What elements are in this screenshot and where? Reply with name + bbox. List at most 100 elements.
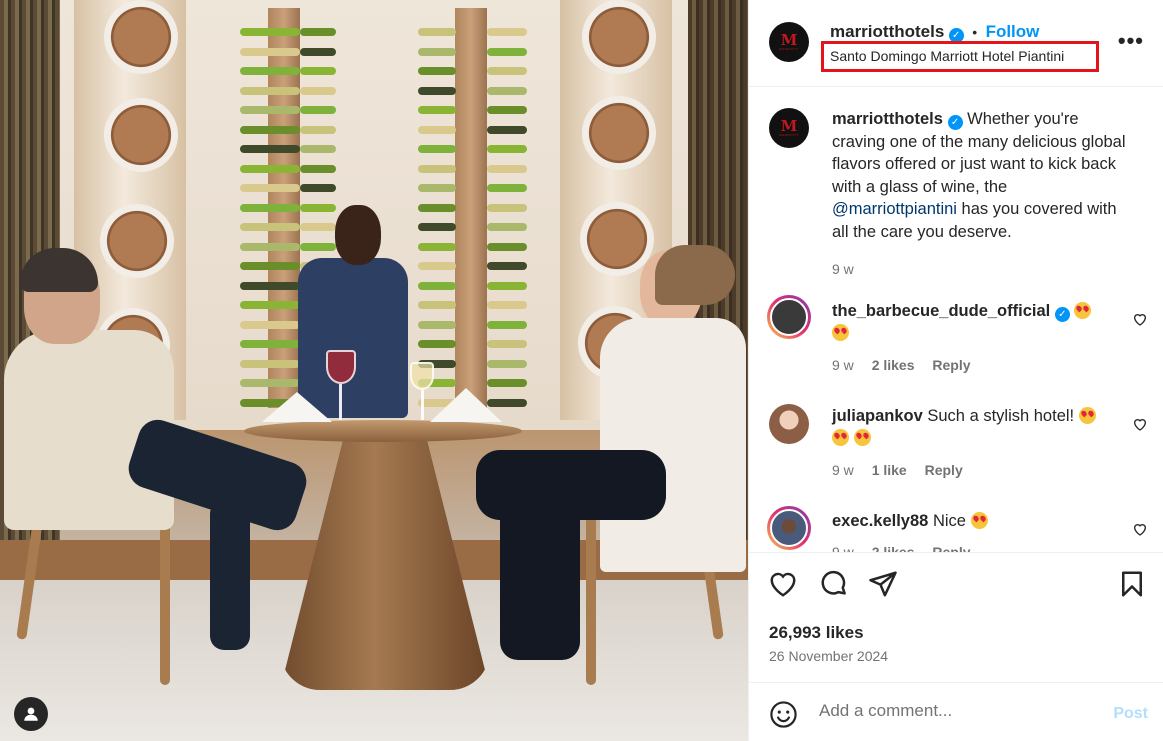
comment-avatar[interactable] bbox=[767, 295, 811, 339]
tagged-people-button[interactable] bbox=[14, 697, 48, 731]
author-line: marriotthotels ✓ • Follow bbox=[830, 22, 1039, 43]
comment-time: 9 w bbox=[832, 544, 854, 552]
wine-bottle bbox=[300, 164, 336, 173]
wine-bottle bbox=[487, 86, 527, 95]
separator-dot: • bbox=[972, 24, 978, 40]
comment-meta: 9 w 2 likes Reply bbox=[832, 544, 985, 552]
add-comment-bar: Post bbox=[749, 682, 1163, 741]
comment-username[interactable]: exec.kelly88 bbox=[832, 512, 928, 530]
comment-text: Nice bbox=[932, 512, 966, 530]
brand-logo-letter: M bbox=[780, 30, 798, 49]
wine-bottle bbox=[487, 301, 527, 309]
comment-likes[interactable]: 1 like bbox=[872, 462, 907, 478]
comment-text: Such a stylish hotel! bbox=[927, 407, 1075, 425]
wine-bottle bbox=[487, 203, 527, 212]
wine-bottle bbox=[418, 242, 456, 251]
comment-meta: 9 w 2 likes Reply bbox=[832, 357, 985, 373]
wine-glass-white bbox=[410, 362, 434, 390]
reply-button[interactable]: Reply bbox=[925, 462, 963, 478]
wine-bottle bbox=[240, 340, 300, 348]
wine-bottle bbox=[240, 203, 300, 212]
comment-likes[interactable]: 2 likes bbox=[872, 357, 915, 373]
waiter-vest bbox=[298, 258, 408, 418]
author-avatar[interactable]: M MARRIOTT bbox=[769, 22, 809, 62]
wood-pillar bbox=[455, 8, 487, 408]
post-header: M MARRIOTT marriotthotels ✓ • Follow San… bbox=[749, 0, 1163, 87]
wine-bottle bbox=[487, 262, 527, 270]
likes-count[interactable]: 26,993 likes bbox=[769, 623, 864, 643]
wine-bottle bbox=[418, 262, 456, 270]
emoji-picker-icon[interactable] bbox=[769, 700, 798, 729]
wine-bottle bbox=[240, 223, 300, 231]
reply-button[interactable]: Reply bbox=[932, 357, 970, 373]
seated-woman-hair bbox=[655, 245, 735, 305]
more-options-icon[interactable]: ••• bbox=[1118, 28, 1144, 54]
like-heart-icon[interactable] bbox=[768, 569, 798, 599]
comment-avatar[interactable] bbox=[767, 506, 811, 550]
wine-glass-stem bbox=[339, 384, 342, 420]
comment-body: exec.kelly88 Nice bbox=[832, 510, 1122, 532]
wine-bottle bbox=[487, 320, 527, 329]
wine-bottle bbox=[300, 28, 336, 36]
like-comment-heart-icon[interactable] bbox=[1132, 311, 1148, 327]
wine-bottle bbox=[418, 184, 456, 192]
wine-bottle bbox=[487, 125, 527, 134]
wine-bottle bbox=[240, 242, 300, 251]
wine-bottle bbox=[300, 106, 336, 114]
heart-eyes-emoji-icon bbox=[1078, 407, 1096, 424]
caption-author-avatar[interactable]: M MARRIOTT bbox=[769, 108, 809, 148]
wine-bottle bbox=[418, 320, 456, 329]
heart-eyes-emoji-icon bbox=[1074, 302, 1092, 319]
barrel bbox=[580, 202, 654, 276]
caption-author[interactable]: marriotthotels bbox=[832, 110, 943, 128]
comment-input[interactable] bbox=[819, 701, 1099, 721]
wine-bottle bbox=[487, 223, 527, 231]
comments-section[interactable]: M MARRIOTT marriotthotels ✓ Whether you'… bbox=[749, 88, 1163, 552]
post-comment-button[interactable]: Post bbox=[1113, 705, 1148, 723]
wine-bottle bbox=[240, 47, 300, 56]
wine-bottle bbox=[418, 67, 456, 75]
wine-bottle bbox=[418, 223, 456, 231]
follow-button[interactable]: Follow bbox=[986, 22, 1040, 41]
comment-likes[interactable]: 2 likes bbox=[872, 544, 915, 552]
brand-logo-letter: M bbox=[780, 116, 798, 135]
post-sidebar: M MARRIOTT marriotthotels ✓ • Follow San… bbox=[748, 0, 1163, 741]
wine-bottle bbox=[240, 262, 300, 270]
wine-bottle bbox=[487, 379, 527, 387]
wine-bottle bbox=[300, 242, 336, 251]
wine-bottle bbox=[487, 398, 527, 407]
verified-badge-icon: ✓ bbox=[1054, 307, 1070, 322]
wine-bottle bbox=[487, 145, 527, 153]
brand-logo-word: MARRIOTT bbox=[779, 132, 799, 137]
wine-bottle bbox=[418, 340, 456, 348]
wine-bottle bbox=[418, 145, 456, 153]
comment-time: 9 w bbox=[832, 462, 854, 478]
wine-bottle bbox=[240, 28, 300, 36]
brand-logo-word: MARRIOTT bbox=[779, 46, 799, 51]
user-icon bbox=[24, 707, 38, 721]
wine-bottle bbox=[300, 125, 336, 134]
heart-eyes-emoji-icon bbox=[853, 429, 871, 446]
like-comment-heart-icon[interactable] bbox=[1132, 521, 1148, 537]
wine-bottle bbox=[240, 281, 300, 290]
wine-bottle bbox=[418, 47, 456, 56]
seated-woman-blazer bbox=[600, 318, 746, 572]
comment-username[interactable]: juliapankov bbox=[832, 407, 923, 425]
comment-avatar[interactable] bbox=[769, 404, 809, 444]
author-username[interactable]: marriotthotels bbox=[830, 22, 944, 41]
waiter-head bbox=[335, 205, 381, 265]
comment-username[interactable]: the_barbecue_dude_official bbox=[832, 302, 1050, 320]
location-link[interactable]: Santo Domingo Marriott Hotel Piantini bbox=[821, 41, 1099, 72]
like-comment-heart-icon[interactable] bbox=[1132, 416, 1148, 432]
post-photo bbox=[0, 0, 748, 741]
seated-man-leg bbox=[210, 500, 250, 650]
share-paper-plane-icon[interactable] bbox=[868, 569, 898, 599]
reply-button[interactable]: Reply bbox=[932, 544, 970, 552]
caption-time: 9 w bbox=[832, 260, 854, 277]
save-bookmark-icon[interactable] bbox=[1117, 569, 1147, 599]
comment-bubble-icon[interactable] bbox=[819, 569, 849, 599]
heart-eyes-emoji-icon bbox=[832, 324, 849, 341]
wine-bottle bbox=[487, 164, 527, 173]
barrel bbox=[582, 0, 656, 74]
caption-mention-link[interactable]: @marriottpiantini bbox=[832, 200, 957, 218]
